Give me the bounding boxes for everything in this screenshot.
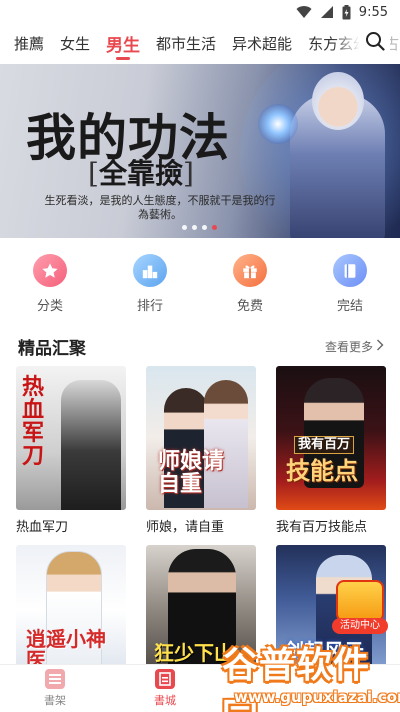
nav-bookstore-label: 書城 [154,694,176,707]
view-more-label: 查看更多 [324,339,373,354]
cover-title-art: 师娘请自重 [158,448,225,498]
star-icon [33,254,67,287]
book-card[interactable]: 热血军刀 热血军刀 [16,366,126,535]
entry-finished[interactable]: 完结 [300,254,400,314]
book-title: 我有百万技能点 [276,520,368,535]
bookstore-icon [155,669,175,689]
banner-hero-head [312,72,364,130]
carousel-dot[interactable] [182,225,187,230]
signal-icon [320,5,334,19]
quick-entries: 分类 排行 免费 完结 [0,254,400,314]
banner-subtitle: 全靠撿 [98,157,183,190]
cover-title-art-top: 我有百万 [294,436,355,454]
watermark-logo: 谷普软件园 www.gupuxiazai.com [220,636,400,712]
entry-ranking[interactable]: 排行 [100,254,200,314]
book-card[interactable]: 我有百万 技能点 我有百万技能点 [276,366,386,535]
watermark-url: www.gupuxiazai.com [234,688,400,706]
search-button[interactable] [360,28,390,58]
banner-energy-orb [258,104,298,144]
entry-finished-label: 完结 [336,299,363,314]
banner-tagline: 生死看淡，是我的人生態度，不服就干是我的行為藝術。 [44,194,276,221]
book-icon [333,254,367,287]
book-card[interactable]: 师娘请自重 师娘，请自重 [146,366,256,535]
wifi-icon [296,5,312,19]
ranking-icon [133,254,167,287]
nav-bookshelf[interactable]: 書架 [0,665,110,712]
entry-category[interactable]: 分类 [0,254,100,314]
bookshelf-icon [45,669,65,689]
book-cover: 师娘请自重 [146,366,256,510]
treasure-chest-icon [336,580,384,622]
book-row: 热血军刀 热血军刀 师娘请自重 师娘，请自重 我有百万 技能点 我有百万技能点 [16,366,386,535]
banner-subtitle-wrap: [全靠撿] [88,157,194,190]
book-card[interactable]: 逍遥小神医 [16,545,126,675]
tab-female[interactable]: 女生 [60,24,90,62]
clock-time: 9:55 [358,4,388,20]
book-cover: 逍遥小神医 [16,545,126,675]
entry-free-label: 免费 [236,299,263,314]
event-center-label: 活动中心 [332,618,388,634]
section-header: 精品汇聚 查看更多 [18,334,384,359]
cover-title-art-bottom: 技能点 [286,456,358,485]
cover-figure [61,380,121,510]
carousel-dot[interactable] [202,225,207,230]
nav-bookstore[interactable]: 書城 [110,665,220,712]
tabs-fade-overlay [332,24,360,62]
carousel-indicator [182,225,217,230]
entry-ranking-label: 排行 [136,299,163,314]
gift-icon [233,254,267,287]
view-more-link[interactable]: 查看更多 [325,338,384,355]
book-cover: 我有百万 技能点 [276,366,386,510]
status-bar: 9:55 [0,0,400,24]
book-cover: 热血军刀 [16,366,126,510]
carousel-dot[interactable] [192,225,197,230]
book-title: 热血军刀 [16,520,69,535]
banner-carousel[interactable]: 我的功法 [全靠撿] 生死看淡，是我的人生態度，不服就干是我的行為藝術。 [0,64,400,238]
battery-icon [342,4,351,20]
search-icon [365,31,385,55]
category-tabs: 推薦 女生 男生 都市生活 异术超能 东方玄幻 古 [0,24,400,62]
tab-recommend[interactable]: 推薦 [14,24,44,62]
chevron-right-icon [376,339,384,354]
carousel-dot-active[interactable] [212,225,217,230]
cover-title-art: 热血军刀 [22,374,45,470]
tab-urban-life[interactable]: 都市生活 [156,24,216,62]
section-title: 精品汇聚 [18,338,86,359]
entry-free[interactable]: 免费 [200,254,300,314]
tab-male[interactable]: 男生 [106,24,140,62]
nav-bookshelf-label: 書架 [44,694,66,707]
book-title: 师娘，请自重 [146,520,225,535]
event-center-badge[interactable]: 活动中心 [330,574,390,640]
entry-category-label: 分类 [36,299,63,314]
tab-supernatural[interactable]: 异术超能 [232,24,292,62]
